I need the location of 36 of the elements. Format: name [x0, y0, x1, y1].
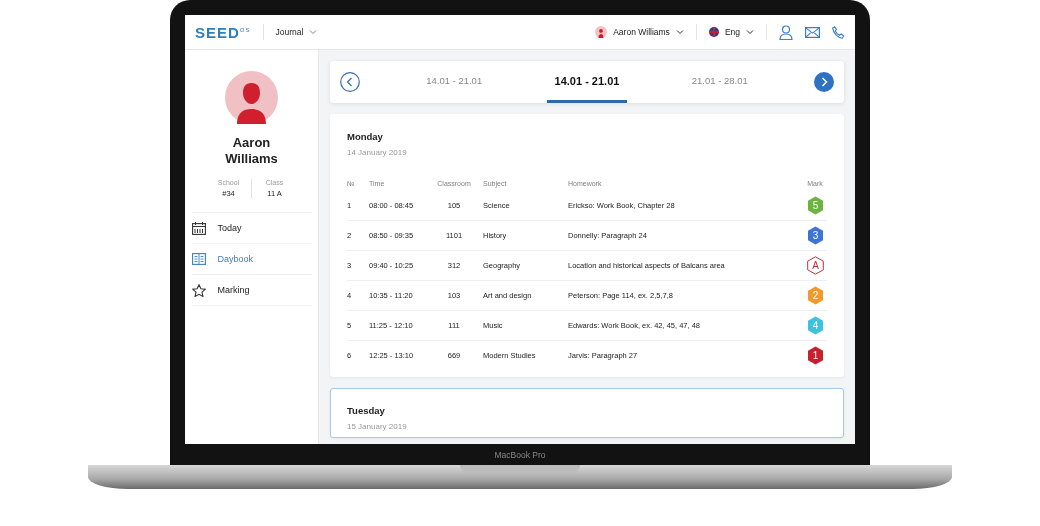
- mark-badge: 4: [806, 316, 824, 335]
- flag-icon: [708, 27, 719, 37]
- mark-badge: A: [805, 256, 825, 275]
- week-tab[interactable]: 14.01 - 21.01: [418, 61, 491, 103]
- calendar-icon: [191, 221, 206, 235]
- phone-icon[interactable]: [832, 25, 845, 39]
- mark-badge: 3: [806, 226, 824, 245]
- student-name: Aaron Williams: [224, 135, 279, 167]
- sidebar-item[interactable]: Today: [191, 213, 312, 244]
- user-dropdown[interactable]: Aaron Williams: [595, 26, 684, 38]
- chevron-icon: [675, 29, 684, 35]
- day-title: Monday: [347, 131, 384, 142]
- language-dropdown[interactable]: Eng: [708, 27, 754, 37]
- mail-icon[interactable]: [805, 26, 820, 38]
- device-label: MacBook Pro: [494, 450, 546, 460]
- mark-badge: 2: [806, 286, 824, 305]
- chevron-icon: [309, 29, 318, 35]
- week-tab[interactable]: 14.01 - 21.01: [546, 61, 628, 103]
- next-icon[interactable]: [814, 72, 834, 92]
- avatar-icon: [595, 26, 608, 38]
- star-icon: [191, 283, 206, 297]
- journal-dropdown[interactable]: Journal: [275, 27, 318, 37]
- book-icon: [191, 253, 206, 265]
- user-icon[interactable]: [779, 24, 793, 40]
- week-tab[interactable]: 21.01 - 28.01: [683, 61, 756, 103]
- day-title: Tuesday: [347, 405, 386, 416]
- sidebar-item[interactable]: Marking: [191, 275, 312, 306]
- previous-icon[interactable]: [340, 72, 360, 92]
- mark-badge: 1: [806, 346, 824, 365]
- day-date: 14 January 2019: [347, 148, 408, 157]
- chevron-icon: [746, 29, 754, 35]
- logo[interactable]: SEED$^{OS}$: [195, 23, 251, 41]
- day-date: 15 January 2019: [347, 422, 408, 431]
- avatar-silhouette: [225, 71, 278, 124]
- sidebar-item[interactable]: Daybook: [191, 244, 312, 275]
- mark-badge: 5: [806, 196, 824, 215]
